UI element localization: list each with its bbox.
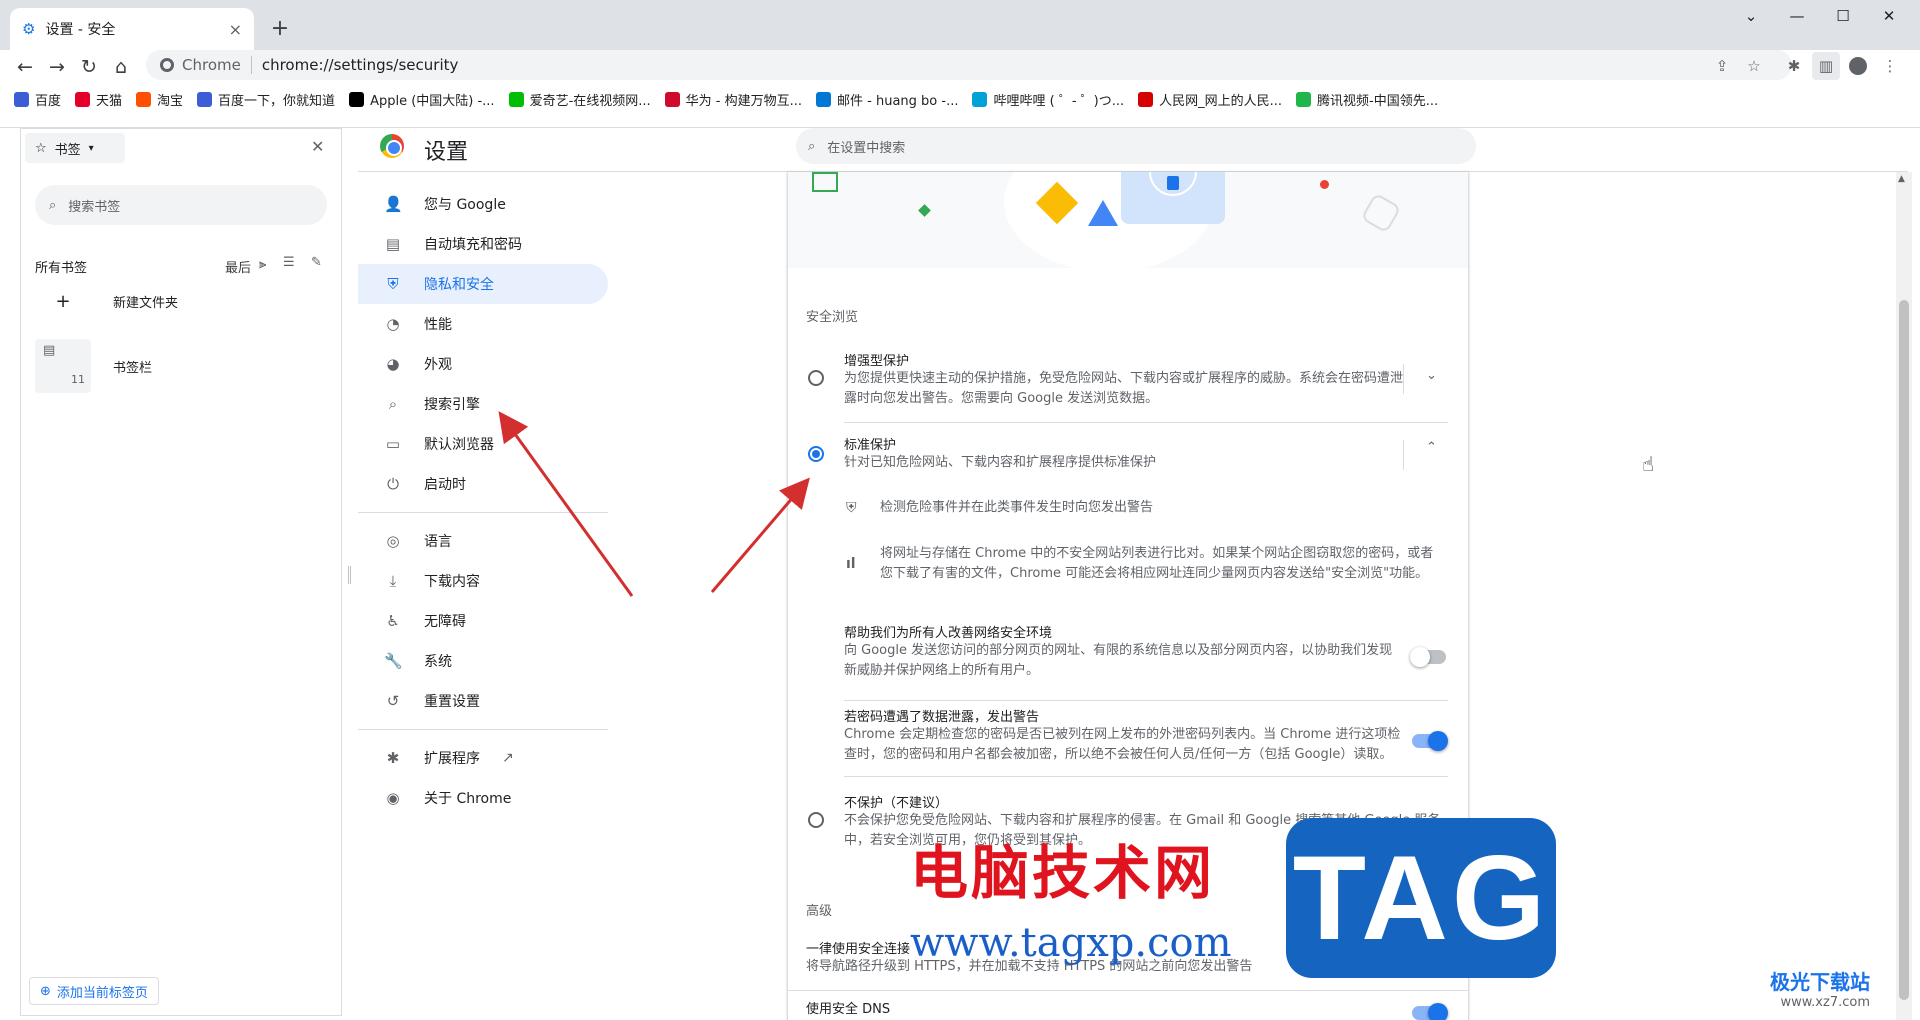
watermark-corner-url: www.xz7.com [1780,995,1870,1010]
arrow-to-search-engine [498,411,634,597]
watermark-corner: 极光下载站 www.xz7.com [1770,966,1870,1010]
watermark-corner-title: 极光下载站 [1770,970,1870,994]
watermark-url-text: www.tagxp.com [910,920,1232,966]
browser-window: ⚙ 设置 - 安全 × + ⌄ — ☐ ✕ ← → ↻ ⌂ Chrome chr… [0,0,1920,1020]
watermark-tag-logo: TAG [1286,818,1556,978]
arrow-to-standard-radio [710,477,810,593]
watermark-cn-text: 电脑技术网 [910,839,1216,907]
